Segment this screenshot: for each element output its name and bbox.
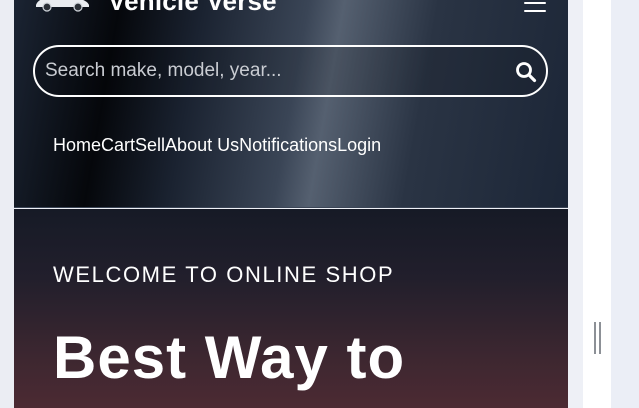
nav-cart[interactable]: Cart (101, 134, 135, 156)
hero-eyebrow: WELCOME TO ONLINE SHOP (53, 262, 395, 287)
browser-viewport: Vehicle Verse Home Cart Sell (0, 0, 639, 408)
nav-about-us[interactable]: About Us (165, 134, 239, 156)
search-icon[interactable] (515, 61, 537, 83)
search-box (33, 45, 548, 97)
site-header: Vehicle Verse Home Cart Sell (14, 0, 568, 208)
nav-sell[interactable]: Sell (135, 134, 165, 156)
hero-section: WELCOME TO ONLINE SHOP Best Way to (14, 209, 568, 408)
resize-handle[interactable] (594, 322, 602, 354)
search-input[interactable] (45, 47, 505, 95)
hero-heading: Best Way to (53, 324, 406, 391)
main-nav: Home Cart Sell About Us Notifications Lo… (53, 134, 381, 156)
brand-title: Vehicle Verse (108, 0, 277, 16)
nav-home[interactable]: Home (53, 134, 101, 156)
brand[interactable]: Vehicle Verse (32, 0, 277, 16)
nav-notifications[interactable]: Notifications (239, 134, 337, 156)
hamburger-menu-icon[interactable] (524, 0, 548, 14)
page-scrollbar[interactable] (568, 0, 582, 408)
left-gutter (0, 0, 14, 408)
car-logo-icon (32, 0, 92, 12)
mobile-preview-frame: Vehicle Verse Home Cart Sell (14, 0, 568, 408)
outer-scrollbar[interactable] (611, 0, 639, 408)
nav-login[interactable]: Login (337, 134, 381, 156)
